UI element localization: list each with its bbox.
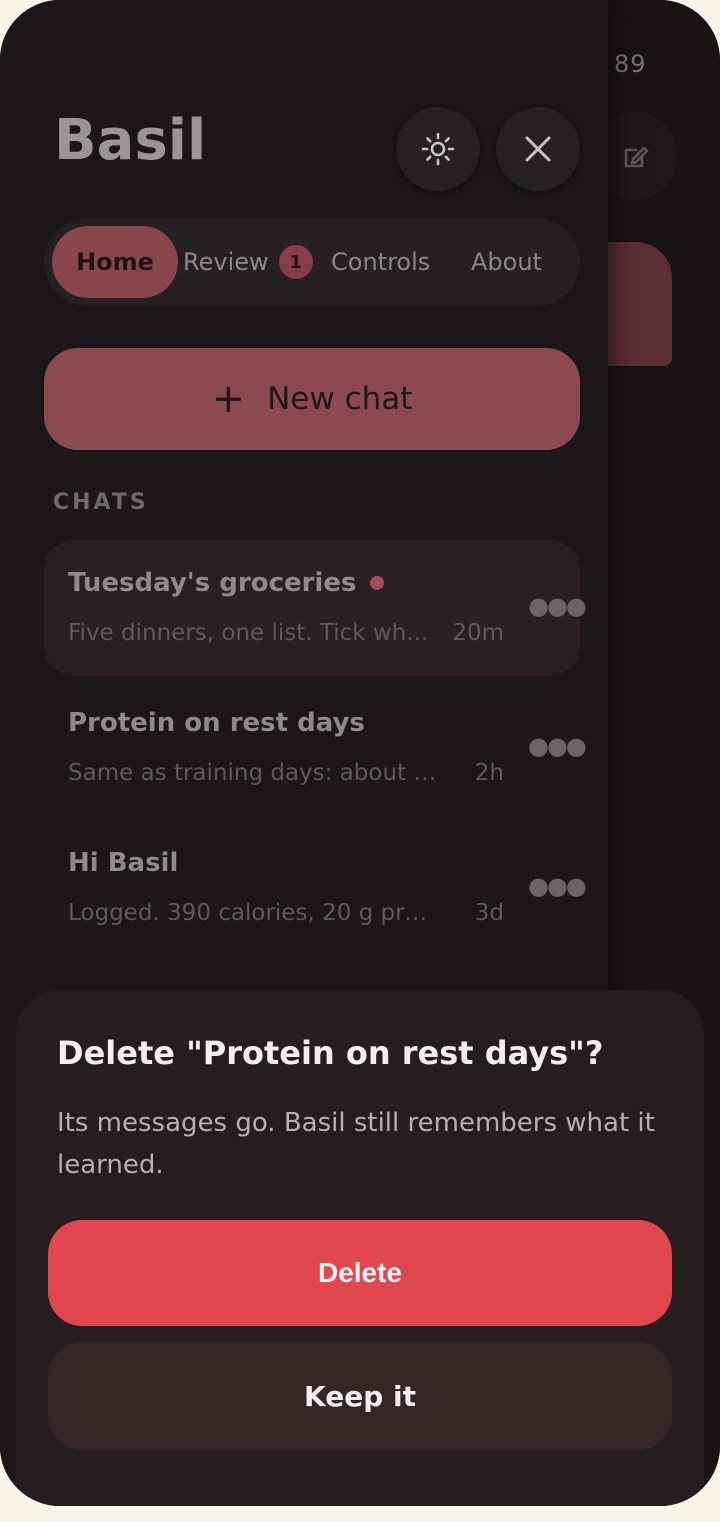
sun-icon bbox=[421, 132, 455, 166]
tab-controls-label: Controls bbox=[331, 248, 431, 276]
delete-confirmation-sheet: Delete "Protein on rest days"? Its messa… bbox=[16, 990, 704, 1506]
chat-title: Protein on rest days bbox=[68, 708, 365, 738]
chat-time: 3d bbox=[474, 900, 504, 926]
chat-title: Hi Basil bbox=[68, 848, 179, 878]
theme-toggle-button[interactable] bbox=[396, 107, 480, 191]
chats-section-label: CHATS bbox=[53, 490, 149, 515]
delete-button[interactable]: Delete bbox=[48, 1220, 672, 1326]
chat-title-row: Hi Basil bbox=[68, 848, 178, 878]
tab-about[interactable]: About bbox=[471, 226, 542, 298]
tab-about-label: About bbox=[471, 248, 542, 276]
tab-controls[interactable]: Controls bbox=[331, 226, 430, 298]
sheet-title: Delete "Protein on rest days"? bbox=[57, 1034, 604, 1072]
tab-review[interactable]: Review 1 bbox=[183, 226, 313, 298]
sheet-body: Its messages go. Basil still remembers w… bbox=[57, 1108, 655, 1180]
compose-button[interactable] bbox=[596, 112, 676, 200]
chat-time: 2h bbox=[474, 760, 504, 786]
chat-item-protein-on-rest-days[interactable]: Protein on rest days Same as training da… bbox=[44, 680, 587, 816]
more-options-icon[interactable]: ●●● bbox=[528, 874, 587, 898]
tab-bar: Home Review 1 Controls About bbox=[44, 218, 580, 306]
status-text: 89 bbox=[614, 50, 647, 78]
more-options-icon[interactable]: ●●● bbox=[528, 734, 587, 758]
chat-title-row: Tuesday's groceries bbox=[68, 568, 385, 598]
unread-dot bbox=[370, 576, 385, 590]
chat-item-hi-basil[interactable]: Hi Basil Logged. 390 calories, 20 g prot… bbox=[44, 820, 587, 956]
app-title: Basil bbox=[54, 108, 207, 173]
new-chat-label: New chat bbox=[267, 381, 413, 417]
review-count-badge: 1 bbox=[278, 245, 313, 279]
more-options-icon[interactable]: ●●● bbox=[528, 594, 587, 618]
tab-review-label: Review bbox=[183, 248, 269, 276]
chat-title: Tuesday's groceries bbox=[68, 568, 357, 598]
chat-preview: Logged. 390 calories, 20 g prot... bbox=[68, 900, 438, 926]
tab-home-label: Home bbox=[76, 248, 154, 276]
tab-home[interactable]: Home bbox=[52, 226, 178, 298]
chat-item-tuesdays-groceries[interactable]: Tuesday's groceries Five dinners, one li… bbox=[44, 540, 587, 676]
chat-time: 20m bbox=[452, 620, 504, 646]
close-icon bbox=[525, 136, 551, 162]
plus-icon: + bbox=[211, 376, 246, 422]
new-chat-button[interactable]: + New chat bbox=[44, 348, 580, 450]
edit-icon bbox=[624, 146, 649, 168]
phone-frame: 89 Basil Home Review 1 Controls About + … bbox=[0, 0, 720, 1506]
chat-preview: Same as training days: about 1... bbox=[68, 760, 438, 786]
close-drawer-button[interactable] bbox=[496, 107, 580, 191]
chat-title-row: Protein on rest days bbox=[68, 708, 365, 738]
chat-preview: Five dinners, one list. Tick wh... bbox=[68, 620, 429, 646]
keep-it-button[interactable]: Keep it bbox=[48, 1342, 672, 1450]
